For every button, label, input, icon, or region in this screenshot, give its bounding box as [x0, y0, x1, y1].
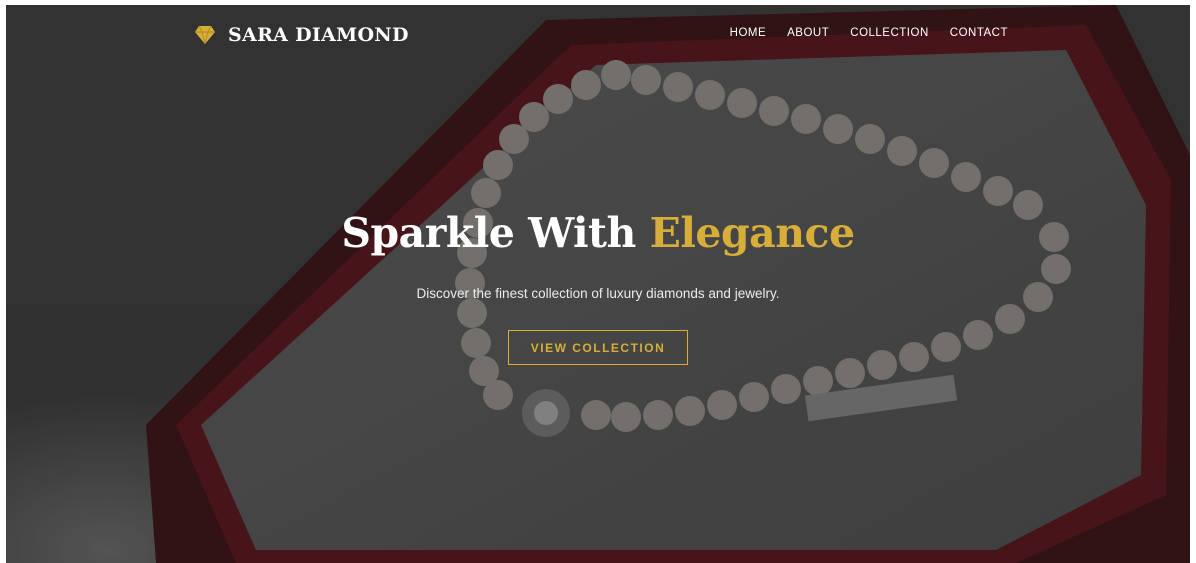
- nav-link-contact[interactable]: CONTACT: [950, 27, 1008, 39]
- main-navigation: HOME ABOUT COLLECTION CONTACT: [730, 27, 1008, 39]
- site-header: SARA DIAMOND HOME ABOUT COLLECTION CONTA…: [6, 5, 1190, 65]
- diamond-icon: [195, 25, 215, 45]
- view-collection-button[interactable]: VIEW COLLECTION: [508, 330, 688, 365]
- brand-name: SARA DIAMOND: [228, 24, 409, 46]
- hero-title: Sparkle With Elegance: [6, 205, 1190, 261]
- hero-subtitle: Discover the finest collection of luxury…: [416, 286, 780, 301]
- nav-link-collection[interactable]: COLLECTION: [850, 27, 929, 39]
- nav-link-about[interactable]: ABOUT: [787, 27, 829, 39]
- hero-title-main: Sparkle With: [341, 209, 636, 257]
- hero-content: Sparkle With Elegance Discover the fines…: [6, 205, 1190, 365]
- hero-title-accent: Elegance: [649, 209, 856, 257]
- brand-logo-link[interactable]: SARA DIAMOND: [194, 24, 409, 46]
- nav-link-home[interactable]: HOME: [730, 27, 767, 39]
- hero-section: SARA DIAMOND HOME ABOUT COLLECTION CONTA…: [6, 5, 1190, 563]
